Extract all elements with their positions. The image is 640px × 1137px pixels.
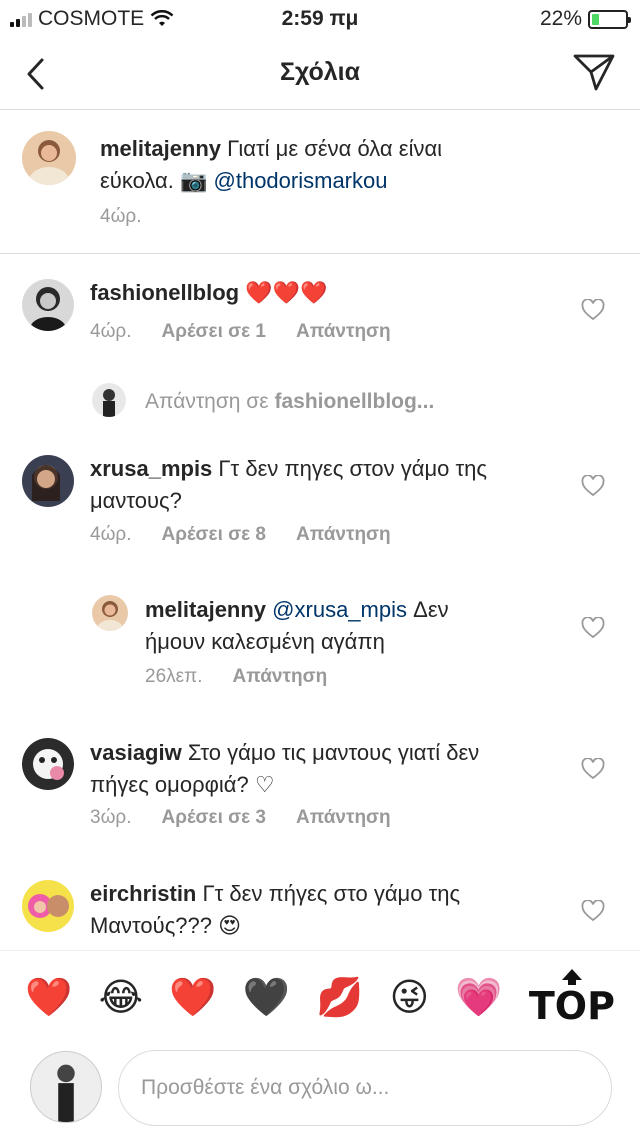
mention-link[interactable]: @thodorismarkou xyxy=(214,168,388,193)
reply-prompt[interactable]: Απάντηση σε fashionellblog... xyxy=(145,386,585,418)
comment-text: πήγες ομορφιά? ♡ xyxy=(90,772,275,797)
header: Σχόλια xyxy=(0,40,640,110)
heart-outline-icon[interactable] xyxy=(581,758,605,780)
comment-text: ❤️❤️❤️ xyxy=(245,281,328,306)
avatar[interactable] xyxy=(22,738,74,790)
timestamp: 4ώρ. xyxy=(90,321,132,342)
comment-composer xyxy=(0,1042,640,1137)
reply-button[interactable]: Απάντηση xyxy=(296,524,391,546)
likes-count[interactable]: Αρέσει σε 1 xyxy=(162,321,266,343)
avatar xyxy=(92,383,126,417)
avatar[interactable] xyxy=(22,279,74,331)
heart-outline-icon[interactable] xyxy=(581,475,605,497)
username[interactable]: melitajenny xyxy=(145,597,266,622)
username[interactable]: eirchristin xyxy=(90,881,196,906)
red-heart-emoji-button[interactable]: ❤️ xyxy=(169,977,216,1017)
avatar[interactable] xyxy=(22,131,76,185)
comment-input[interactable] xyxy=(118,1050,612,1126)
mention-link[interactable]: @xrusa_mpis xyxy=(272,597,407,622)
paper-plane-icon[interactable] xyxy=(572,52,616,92)
post-caption: melitajenny Γιατί με σένα όλα είναι εύκο… xyxy=(0,111,640,254)
username[interactable]: melitajenny xyxy=(100,136,221,161)
reply-button[interactable]: Απάντηση xyxy=(296,321,391,343)
winking-tongue-emoji-button[interactable]: 😜 xyxy=(390,977,430,1017)
page-title: Σχόλια xyxy=(280,58,360,86)
comment-text: ήμουν καλεσμένη αγάπη xyxy=(145,629,385,654)
black-heart-emoji-button[interactable]: 🖤 xyxy=(243,977,290,1017)
reply-button[interactable]: Απάντηση xyxy=(233,666,328,688)
laughing-emoji-button[interactable]: 😂 xyxy=(99,977,143,1017)
reply-prompt-user: fashionellblog... xyxy=(274,390,435,413)
avatar[interactable] xyxy=(92,595,128,631)
comment-text: Δεν xyxy=(413,597,449,622)
top-label: TOP xyxy=(528,983,615,1028)
username[interactable]: fashionellblog xyxy=(90,280,239,305)
comment-text: Στο γάμο τις μαντους γιατί δεν xyxy=(187,740,480,765)
comment-text: Μαντούς??? 😍 xyxy=(90,913,242,938)
username[interactable]: vasiagiw xyxy=(90,740,182,765)
heart-outline-icon[interactable] xyxy=(581,299,605,321)
avatar xyxy=(30,1051,102,1123)
red-heart-emoji-button[interactable]: ❤️ xyxy=(25,977,72,1017)
comment-text: μαντους? xyxy=(90,488,182,513)
pink-heart-emoji-button[interactable]: 💗 xyxy=(455,977,502,1017)
avatar[interactable] xyxy=(22,455,74,507)
timestamp: 26λεπ. xyxy=(145,666,203,687)
reply-button[interactable]: Απάντηση xyxy=(296,807,391,829)
comment: fashionellblog ❤️❤️❤️ xyxy=(90,277,550,310)
arrow-up-icon xyxy=(561,968,582,985)
likes-count[interactable]: Αρέσει σε 8 xyxy=(162,524,266,546)
timestamp: 4ώρ. xyxy=(100,206,142,227)
comment: vasiagiw Στο γάμο τις μαντους γιατί δεν … xyxy=(90,737,560,801)
battery-percent: 22% xyxy=(539,7,582,30)
comment: xrusa_mpis Γτ δεν πηγες στον γάμο της μα… xyxy=(90,453,550,517)
comment: eirchristin Γτ δεν πήγες στο γάμο της Μα… xyxy=(90,878,550,942)
heart-outline-icon[interactable] xyxy=(581,617,605,639)
status-bar: COSMOTE 2:59 πμ 22% xyxy=(0,0,640,40)
likes-count[interactable]: Αρέσει σε 3 xyxy=(162,807,266,829)
username[interactable]: xrusa_mpis xyxy=(90,456,212,481)
scroll-top-button[interactable]: TOP xyxy=(529,968,615,1026)
comment-text: Γτ δεν πήγες στο γάμο της xyxy=(202,881,461,906)
battery-icon xyxy=(588,9,631,29)
comment: melitajenny @xrusa_mpis Δεν ήμουν καλεσμ… xyxy=(145,594,565,658)
timestamp: 3ώρ. xyxy=(90,807,132,828)
kiss-lips-emoji-button[interactable]: 💋 xyxy=(316,977,363,1017)
comment-text: Γτ δεν πηγες στον γάμο της xyxy=(218,456,488,481)
heart-outline-icon[interactable] xyxy=(581,900,605,922)
emoji-reaction-bar: ❤️ 😂 ❤️ 🖤 💋 😜 💗 TOP xyxy=(0,950,640,1042)
timestamp: 4ώρ. xyxy=(90,524,132,545)
avatar[interactable] xyxy=(22,880,74,932)
reply-prompt-label: Απάντηση σε xyxy=(145,390,269,413)
